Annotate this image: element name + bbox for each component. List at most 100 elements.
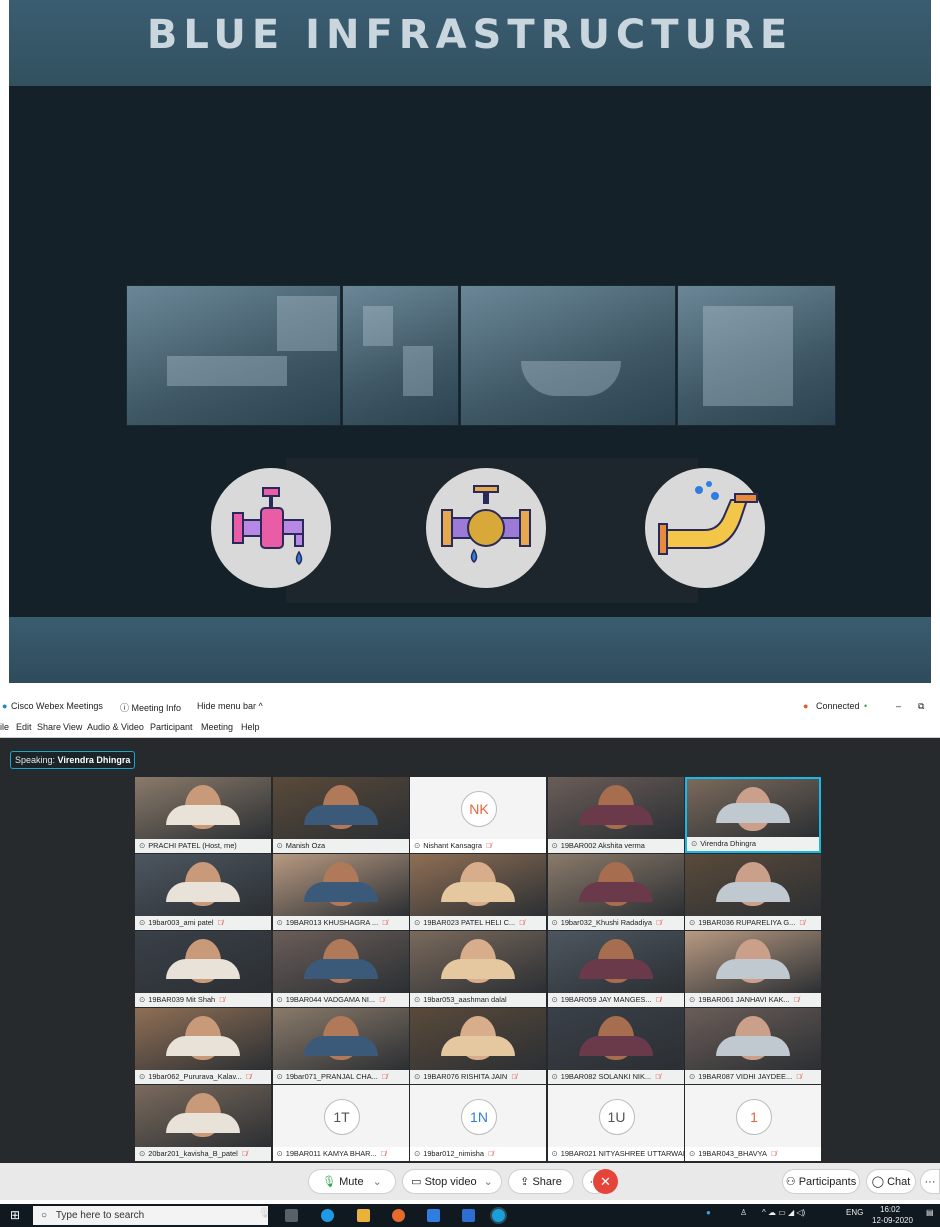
active-speaker-indicator: Speaking: Virendra Dhingra [10, 751, 136, 769]
end-meeting-button[interactable]: ✕ [593, 1169, 618, 1194]
chevron-down-icon[interactable]: ⌄ [484, 1176, 493, 1188]
clock-time[interactable]: 16:02 [880, 1205, 900, 1214]
audio-status-icon: ⊙ [414, 1072, 421, 1081]
audio-status-icon: ⊙ [551, 995, 558, 1004]
title-bar: ● Cisco Webex Meetings ⓘ Meeting Info Hi… [0, 695, 940, 717]
participant-tile[interactable]: 1U ⊙ 19BAR021 NITYASHREE UTTARWAR [547, 1085, 684, 1161]
participant-name-bar: ⊙ 19bar053_aashman dalal [410, 993, 546, 1007]
edge-browser-icon[interactable] [321, 1209, 334, 1222]
participant-tile[interactable]: ⊙ Manish Oza [272, 777, 409, 853]
file-explorer-icon[interactable] [357, 1209, 370, 1222]
hide-menu-bar-button[interactable]: Hide menu bar ^ [197, 701, 263, 711]
participant-video [135, 1008, 271, 1070]
meeting-controls-bar: 🎙 Mute ⌄ ▭ Stop video ⌄ ⇪ Share ··· ✕ ⚇ … [0, 1163, 940, 1200]
participant-tile[interactable]: 1 ⊙ 19BAR043_BHAVYA 🎙̸ [685, 1085, 821, 1161]
taskbar-search-box[interactable]: ○ Type here to search [33, 1206, 268, 1225]
mute-button[interactable]: 🎙 Mute ⌄ [308, 1169, 396, 1194]
faucet-icon [211, 468, 331, 588]
firefox-icon[interactable] [392, 1209, 405, 1222]
audio-status-icon: ⊙ [139, 918, 146, 927]
participant-tile[interactable]: ⊙ 20bar201_kavisha_B_patel 🎙̸ [135, 1085, 271, 1161]
slide-title: BLUE INFRASTRUCTURE [146, 12, 794, 58]
participant-name-bar: ⊙ 19bar012_nimisha 🎙̸ [410, 1147, 546, 1161]
menu-meeting[interactable]: Meeting [201, 722, 233, 732]
bathroom-photo-toilet [342, 285, 459, 426]
muted-mic-icon: 🎙̸ [793, 995, 800, 1004]
menu-edit[interactable]: Edit [16, 722, 32, 732]
menu-bar: ile Edit Share View Audio & Video Partic… [0, 717, 940, 738]
menu-audio-video[interactable]: Audio & Video [87, 722, 144, 732]
participant-video [272, 1008, 409, 1070]
participant-name-bar: ⊙ 19bar062_Pururava_Kalav... 🎙̸ [135, 1070, 271, 1084]
help-icon[interactable]: ● [706, 1208, 711, 1217]
notifications-icon[interactable]: ▤ [926, 1208, 934, 1217]
leaking-pipe-icon [645, 468, 765, 588]
chat-button[interactable]: ◯ Chat [866, 1169, 916, 1194]
task-view-icon[interactable] [285, 1209, 298, 1222]
overflow-menu-button[interactable]: ··· [920, 1169, 940, 1194]
participant-initials-avatar: NK [461, 791, 497, 827]
participant-tile[interactable]: ⊙ 19bar062_Pururava_Kalav... 🎙̸ [135, 1008, 271, 1084]
participant-tile[interactable]: ⊙ 19BAR036 RUPARELIYA G... 🎙̸ [685, 854, 821, 930]
slide-footer-band [9, 617, 931, 683]
chevron-down-icon[interactable]: ⌄ [373, 1176, 382, 1188]
participant-tile[interactable]: ⊙ 19bar003_ami patel 🎙̸ [135, 854, 271, 930]
restore-button[interactable]: ⧉ [918, 701, 924, 712]
stop-video-button[interactable]: ▭ Stop video ⌄ [402, 1169, 502, 1194]
menu-file[interactable]: ile [0, 722, 9, 732]
minimize-button[interactable]: – [896, 701, 901, 711]
participant-body [578, 959, 653, 979]
menu-share[interactable]: Share [37, 722, 61, 732]
participant-tile[interactable]: ⊙ 19bar032_Khushi Radadiya 🎙̸ [547, 854, 684, 930]
participants-button[interactable]: ⚇ Participants [782, 1169, 860, 1194]
participant-name: 19bar071_PRANJAL CHA... [285, 1072, 378, 1081]
participant-tile[interactable]: 1N ⊙ 19bar012_nimisha 🎙̸ [410, 1085, 546, 1161]
participant-video [135, 854, 271, 916]
participant-tile[interactable]: ⊙ PRACHI PATEL (Host, me) [135, 777, 271, 853]
participant-tile[interactable]: ⊙ 19BAR076 RISHITA JAIN 🎙̸ [410, 1008, 546, 1084]
menu-view[interactable]: View [63, 722, 82, 732]
participant-tile[interactable]: 1T ⊙ 19BAR011 KAMYA BHAR... 🎙̸ [272, 1085, 409, 1161]
audio-status-icon: ⊙ [139, 1149, 146, 1158]
audio-status-icon: ⊙ [414, 918, 421, 927]
meeting-info-button[interactable]: ⓘ Meeting Info [120, 701, 181, 714]
participant-name: 19bar003_ami patel [148, 918, 214, 927]
windows-start-icon[interactable]: ⊞ [10, 1208, 20, 1222]
language-indicator[interactable]: ENG [846, 1208, 863, 1217]
participant-name-bar: ⊙ Nishant Kansagra 🎙̸ [410, 839, 546, 853]
participant-tile[interactable]: ⊙ 19bar071_PRANJAL CHA... 🎙̸ [272, 1008, 409, 1084]
participant-tile[interactable]: ⊙ 19BAR044 VADGAMA NI... 🎙̸ [272, 931, 409, 1007]
mail-icon[interactable] [462, 1209, 475, 1222]
participant-tile[interactable]: ⊙ 19BAR002 Akshita verma [547, 777, 684, 853]
audio-status-icon: ⊙ [139, 841, 146, 850]
audio-status-icon: ⊙ [551, 1072, 558, 1081]
participant-name-bar: ⊙ 20bar201_kavisha_B_patel 🎙̸ [135, 1147, 271, 1161]
audio-status-icon: ⊙ [689, 995, 696, 1004]
menu-help[interactable]: Help [241, 722, 260, 732]
participant-tile[interactable]: ⊙ 19BAR082 SOLANKI NIK... 🎙̸ [547, 1008, 684, 1084]
participant-name: 19BAR087 VIDHI JAYDEE... [698, 1072, 793, 1081]
share-button[interactable]: ⇪ Share [508, 1169, 574, 1194]
tray-icons[interactable]: ^ ☁ ▭ ◢ ◁) [762, 1208, 805, 1217]
webex-taskbar-icon[interactable] [492, 1209, 505, 1222]
bathroom-photo-bathtub [460, 285, 676, 426]
participant-tile[interactable]: ⊙ 19BAR023 PATEL HELI C... 🎙̸ [410, 854, 546, 930]
participant-tile[interactable]: ⊙ Virendra Dhingra [685, 777, 821, 853]
menu-participant[interactable]: Participant [150, 722, 193, 732]
clock-date[interactable]: 12-09-2020 [872, 1216, 913, 1225]
participant-tile[interactable]: ⊙ 19BAR039 Mit Shah 🎙̸ [135, 931, 271, 1007]
participant-name: Manish Oza [285, 841, 326, 850]
people-icon[interactable]: ♙ [740, 1208, 747, 1217]
participant-tile[interactable]: ⊙ 19BAR087 VIDHI JAYDEE... 🎙̸ [685, 1008, 821, 1084]
participant-tile[interactable]: ⊙ 19bar053_aashman dalal [410, 931, 546, 1007]
participant-tile[interactable]: NK ⊙ Nishant Kansagra 🎙̸ [410, 777, 546, 853]
participant-tile[interactable]: ⊙ 19BAR013 KHUSHAGRA ... 🎙̸ [272, 854, 409, 930]
participant-initials-avatar: 1T [323, 1099, 360, 1135]
participant-video [135, 777, 271, 839]
store-icon[interactable] [427, 1209, 440, 1222]
connected-status[interactable]: Connected [816, 701, 860, 711]
participant-tile[interactable]: ⊙ 19BAR061 JANHAVI KAK... 🎙̸ [685, 931, 821, 1007]
cortana-mic-icon[interactable]: 🎙 [258, 1208, 271, 1219]
participant-tile[interactable]: ⊙ 19BAR059 JAY MANGES... 🎙̸ [547, 931, 684, 1007]
participant-name-bar: ⊙ PRACHI PATEL (Host, me) [135, 839, 271, 853]
